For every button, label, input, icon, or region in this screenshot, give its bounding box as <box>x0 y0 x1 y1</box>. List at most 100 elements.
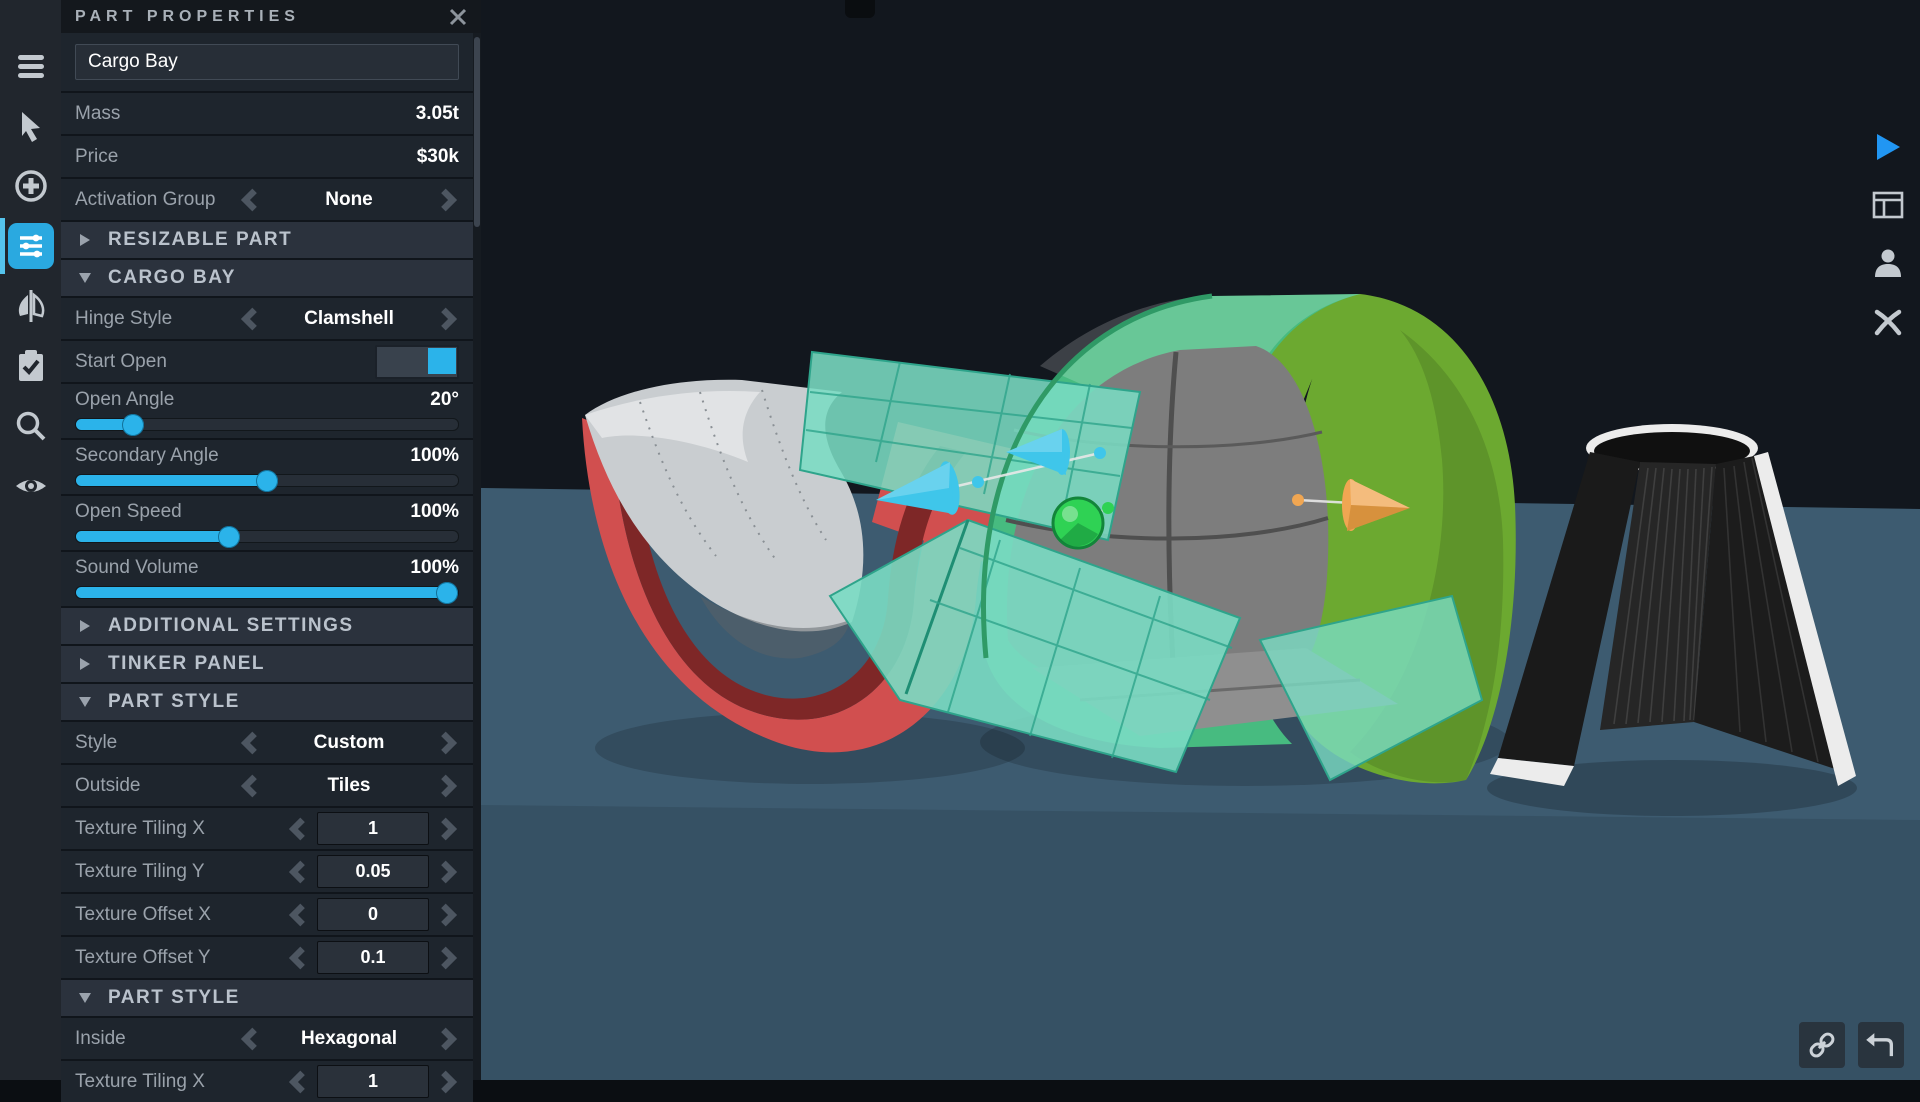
panel-header: PART PROPERTIES <box>61 0 481 33</box>
top-toolbar-handle[interactable] <box>845 0 875 18</box>
section-cargo-bay[interactable]: CARGO BAY <box>61 260 473 296</box>
inside-prev-chevron[interactable] <box>239 1026 261 1052</box>
slider-fill <box>76 419 133 430</box>
start-open-toggle[interactable] <box>375 345 459 379</box>
play-button[interactable] <box>1871 130 1905 164</box>
texture-offset-x-next-chevron[interactable] <box>437 902 459 928</box>
sidebar-item-visibility[interactable] <box>0 456 61 516</box>
texture-offset-x-input[interactable]: 0 <box>317 898 429 931</box>
part-name-input[interactable] <box>75 44 459 80</box>
secondary-angle-slider[interactable] <box>75 474 459 487</box>
style-prev-chevron[interactable] <box>239 730 261 756</box>
panel-scrollbar-thumb[interactable] <box>474 37 480 227</box>
player-button[interactable] <box>1871 246 1905 280</box>
texture-offset-x-prev-chevron[interactable] <box>287 902 309 928</box>
slider-knob[interactable] <box>436 582 458 604</box>
sidebar-item-pointer[interactable] <box>0 96 61 156</box>
expanded-triangle-icon <box>78 695 92 709</box>
texture-tiling-x-inside-label: Texture Tiling X <box>75 1071 287 1093</box>
texture-tiling-x-input[interactable]: 1 <box>317 812 429 845</box>
start-open-label: Start Open <box>75 351 375 373</box>
gizmo-node-green[interactable] <box>1102 502 1114 514</box>
hinge-style-value: Clamshell <box>261 308 437 330</box>
style-value: Custom <box>261 732 437 754</box>
sidebar-item-symmetry[interactable] <box>0 276 61 336</box>
outside-label: Outside <box>75 775 239 797</box>
texture-tiling-y-prev-chevron[interactable] <box>287 859 309 885</box>
row-texture-tiling-y: Texture Tiling Y 0.05 <box>61 851 473 892</box>
undo-button[interactable] <box>1858 1022 1904 1068</box>
link-parts-button[interactable] <box>1799 1022 1845 1068</box>
outside-prev-chevron[interactable] <box>239 773 261 799</box>
slider-knob[interactable] <box>122 414 144 436</box>
activation-group-prev-chevron[interactable] <box>239 187 261 213</box>
part-name-block <box>61 33 473 91</box>
slider-fill <box>76 587 447 598</box>
collapsed-triangle-icon <box>78 619 92 633</box>
search-icon <box>18 414 44 440</box>
secondary-angle-value: 100% <box>410 445 459 467</box>
close-button[interactable] <box>447 6 469 28</box>
section-resizable-part[interactable]: RESIZABLE PART <box>61 222 473 258</box>
inside-value: Hexagonal <box>261 1028 437 1050</box>
panel-scrollbar[interactable] <box>473 33 481 1080</box>
gizmo-sphere-green[interactable] <box>1053 498 1103 548</box>
texture-tiling-y-next-chevron[interactable] <box>437 859 459 885</box>
sound-volume-slider[interactable] <box>75 586 459 599</box>
sidebar-item-blueprint[interactable] <box>0 336 61 396</box>
hinge-style-next-chevron[interactable] <box>437 306 459 332</box>
toggle-knob <box>428 348 456 374</box>
sidebar-item-menu[interactable] <box>0 36 61 96</box>
texture-tiling-x-inside-next-chevron[interactable] <box>437 1069 459 1095</box>
secondary-angle-label: Secondary Angle <box>75 445 410 467</box>
open-angle-slider[interactable] <box>75 418 459 431</box>
inside-next-chevron[interactable] <box>437 1026 459 1052</box>
clipboard-check-icon <box>19 350 43 381</box>
texture-tiling-x-inside-input[interactable]: 1 <box>317 1065 429 1098</box>
section-part-style-inside[interactable]: PART STYLE <box>61 980 473 1016</box>
texture-tiling-y-input[interactable]: 0.05 <box>317 855 429 888</box>
row-open-angle: Open Angle 20° <box>61 384 473 438</box>
texture-tiling-x-prev-chevron[interactable] <box>287 816 309 842</box>
outside-value: Tiles <box>261 775 437 797</box>
texture-offset-y-next-chevron[interactable] <box>437 945 459 971</box>
texture-tiling-x-inside-prev-chevron[interactable] <box>287 1069 309 1095</box>
style-next-chevron[interactable] <box>437 730 459 756</box>
mass-value: 3.05t <box>416 103 459 125</box>
activation-group-value: None <box>261 189 437 211</box>
style-label: Style <box>75 732 239 754</box>
hinge-style-prev-chevron[interactable] <box>239 306 261 332</box>
texture-tiling-x-next-chevron[interactable] <box>437 816 459 842</box>
section-part-style-outside[interactable]: PART STYLE <box>61 684 473 720</box>
tool-sidebar <box>0 0 61 1080</box>
activation-group-next-chevron[interactable] <box>437 187 459 213</box>
texture-offset-y-input[interactable]: 0.1 <box>317 941 429 974</box>
sidebar-item-add-part[interactable] <box>0 156 61 216</box>
sidebar-item-part-properties[interactable] <box>0 216 61 276</box>
texture-offset-y-prev-chevron[interactable] <box>287 945 309 971</box>
row-texture-tiling-x-inside: Texture Tiling X 1 <box>61 1061 473 1102</box>
variables-button[interactable] <box>1871 304 1905 338</box>
activation-group-label: Activation Group <box>75 189 239 211</box>
add-icon <box>17 172 45 200</box>
sound-volume-label: Sound Volume <box>75 557 410 579</box>
view-panels-button[interactable] <box>1871 188 1905 222</box>
section-label: PART STYLE <box>108 987 240 1009</box>
gizmo-node-cyan-2[interactable] <box>1094 447 1106 459</box>
section-tinker-panel[interactable]: TINKER PANEL <box>61 646 473 682</box>
section-additional-settings[interactable]: ADDITIONAL SETTINGS <box>61 608 473 644</box>
gizmo-node-orange[interactable] <box>1292 494 1304 506</box>
slider-knob[interactable] <box>218 526 240 548</box>
inside-label: Inside <box>75 1028 239 1050</box>
mass-label: Mass <box>75 103 416 125</box>
slider-fill <box>76 531 229 542</box>
hinge-style-label: Hinge Style <box>75 308 239 330</box>
open-speed-slider[interactable] <box>75 530 459 543</box>
sidebar-item-search[interactable] <box>0 396 61 456</box>
row-activation-group: Activation Group None <box>61 179 473 220</box>
row-mass: Mass 3.05t <box>61 93 473 134</box>
slider-knob[interactable] <box>256 470 278 492</box>
section-label: ADDITIONAL SETTINGS <box>108 615 354 637</box>
outside-next-chevron[interactable] <box>437 773 459 799</box>
gizmo-node-cyan-1[interactable] <box>972 476 984 488</box>
